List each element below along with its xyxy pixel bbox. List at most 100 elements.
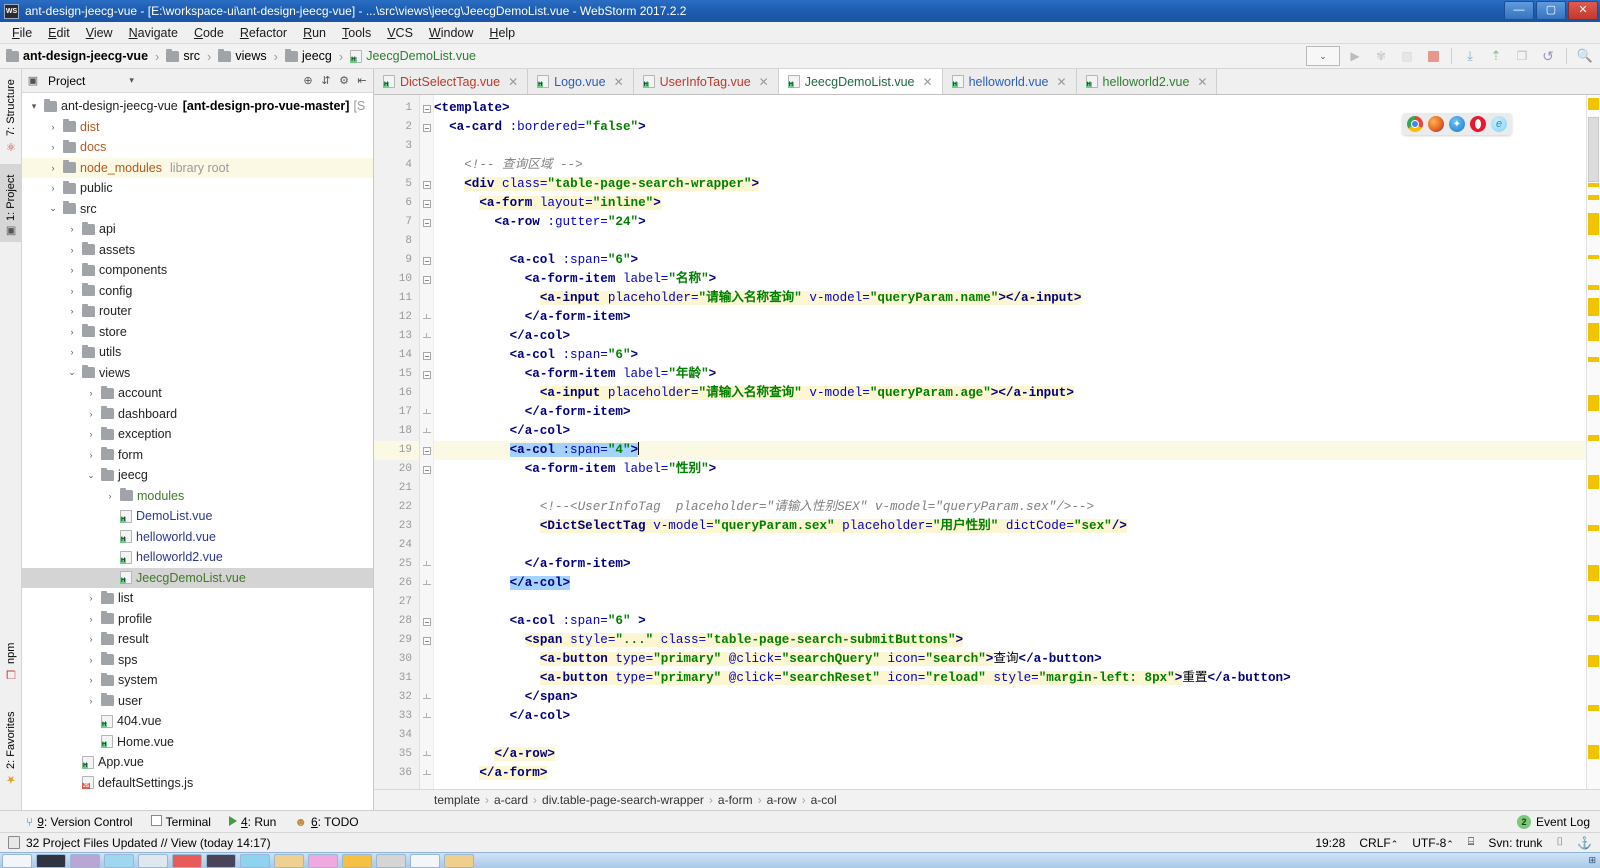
fold-marker[interactable] [420,536,433,555]
status-vcs-branch[interactable]: Svn: trunk [1488,836,1542,850]
code-line[interactable] [434,536,1586,555]
menu-item-edit[interactable]: Edit [40,24,78,42]
tree-node-user[interactable]: ›user [22,691,373,712]
code-line[interactable]: </a-row> [434,745,1586,764]
code-line[interactable]: <a-button type="primary" @click="searchR… [434,669,1586,688]
coverage-icon[interactable]: ▧ [1396,46,1418,66]
menu-item-navigate[interactable]: Navigate [121,24,186,42]
fold-marker[interactable] [420,99,433,118]
tree-node-store[interactable]: ›store [22,322,373,343]
error-marker[interactable] [1588,475,1599,489]
code-line[interactable]: </span> [434,688,1586,707]
fold-collapse-icon[interactable] [423,637,431,645]
breadcrumb-item-ant-design-jeecg-vue[interactable]: ant-design-jeecg-vue [6,49,148,63]
fold-marker[interactable] [420,650,433,669]
fold-collapse-icon[interactable] [423,257,431,265]
tree-node-dashboard[interactable]: ›dashboard [22,404,373,425]
error-marker[interactable] [1588,745,1599,759]
tree-node-public[interactable]: ›public [22,178,373,199]
fold-marker[interactable] [420,213,433,232]
fold-marker[interactable] [420,593,433,612]
fold-marker[interactable] [420,764,433,783]
error-marker[interactable] [1588,655,1599,667]
fold-marker[interactable] [420,270,433,289]
safari-icon[interactable] [1449,116,1465,132]
error-marker[interactable] [1588,435,1599,441]
fold-marker[interactable] [420,726,433,745]
browser-preview-popup[interactable] [1402,113,1512,135]
editor-breadcrumb-item-a-col[interactable]: a-col [811,793,837,807]
taskbar-item[interactable] [444,854,474,868]
tree-node-demolist-vue[interactable]: ›DemoList.vue [22,506,373,527]
close-icon[interactable]: ✕ [1197,75,1207,89]
code-line[interactable]: </a-form-item> [434,308,1586,327]
chevron-down-icon[interactable]: ▾ [129,75,134,86]
tree-node-helloworld-vue[interactable]: ›helloworld.vue [22,527,373,548]
chevron-right-icon[interactable]: › [66,306,78,316]
menu-item-refactor[interactable]: Refactor [232,24,295,42]
editor-tab-helloworld2-vue[interactable]: helloworld2.vue✕ [1077,69,1218,94]
fold-collapse-icon[interactable] [423,352,431,360]
tool-window-button-terminal[interactable]: Terminal [151,815,211,829]
fold-marker[interactable] [420,688,433,707]
chevron-right-icon[interactable]: › [85,634,97,644]
error-marker[interactable] [1588,195,1599,200]
error-marker[interactable] [1588,357,1599,362]
code-line[interactable] [434,593,1586,612]
code-line[interactable]: <div class="table-page-search-wrapper"> [434,175,1586,194]
code-line[interactable]: </a-form-item> [434,403,1586,422]
system-tray[interactable]: ⊞ [1588,855,1596,866]
unlock-icon[interactable]: ⌸ [1468,836,1475,849]
chevron-right-icon[interactable]: › [85,388,97,398]
error-marker[interactable] [1588,255,1599,259]
code-line[interactable] [434,726,1586,745]
fold-collapse-icon[interactable] [423,618,431,626]
close-icon[interactable]: ✕ [759,75,769,89]
fold-marker[interactable] [420,194,433,213]
taskbar-item[interactable] [410,854,440,868]
code-line[interactable]: <DictSelectTag v-model="queryParam.sex" … [434,517,1586,536]
fold-marker[interactable] [420,745,433,764]
tree-node-result[interactable]: ›result [22,629,373,650]
chevron-right-icon[interactable]: › [85,429,97,439]
fold-marker[interactable] [420,251,433,270]
tree-node-views[interactable]: ⌄views [22,363,373,384]
tree-node-account[interactable]: ›account [22,383,373,404]
fold-marker[interactable] [420,631,433,650]
code-line[interactable]: </a-form> [434,764,1586,783]
code-line[interactable]: <a-row :gutter="24"> [434,213,1586,232]
code-line[interactable]: </a-col> [434,707,1586,726]
tree-node-helloworld2-vue[interactable]: ›helloworld2.vue [22,547,373,568]
fold-marker[interactable] [420,289,433,308]
status-encoding[interactable]: UTF-8⌃ [1412,836,1454,850]
fold-marker[interactable] [420,346,433,365]
code-line[interactable]: </a-form-item> [434,555,1586,574]
code-line[interactable]: </a-col> [434,422,1586,441]
close-button[interactable]: ✕ [1568,1,1598,20]
fold-marker[interactable] [420,498,433,517]
chevron-right-icon[interactable]: › [47,142,59,152]
chevron-right-icon[interactable]: › [85,409,97,419]
chevron-right-icon[interactable]: › [66,245,78,255]
fold-marker[interactable] [420,118,433,137]
tree-node-assets[interactable]: ›assets [22,240,373,261]
debug-icon[interactable]: ✾ [1370,46,1392,66]
code-content[interactable]: <template> <a-card :bordered="false"> <!… [434,95,1586,789]
marker-scrollbar[interactable] [1586,95,1600,789]
code-line[interactable]: <a-input placeholder="请输入名称查询" v-model="… [434,289,1586,308]
gear-icon[interactable]: ⚙ [337,74,351,88]
chevron-down-icon[interactable]: ⌄ [47,203,59,214]
status-line-separator[interactable]: CRLF⌃ [1359,836,1398,850]
tree-node-config[interactable]: ›config [22,281,373,302]
fold-marker[interactable] [420,612,433,631]
code-line[interactable]: <a-form-item label="性别"> [434,460,1586,479]
fold-collapse-icon[interactable] [423,447,431,455]
event-log-button[interactable]: 2Event Log [1517,815,1590,829]
fold-collapse-icon[interactable] [423,200,431,208]
tree-node-defaultsettings-js[interactable]: ›defaultSettings.js [22,773,373,794]
run-configurations-selector[interactable]: ⌄ [1306,46,1340,66]
taskbar-item[interactable] [308,854,338,868]
close-icon[interactable]: ✕ [614,75,624,89]
fold-marker[interactable] [420,232,433,251]
stop-icon[interactable] [1422,46,1444,66]
